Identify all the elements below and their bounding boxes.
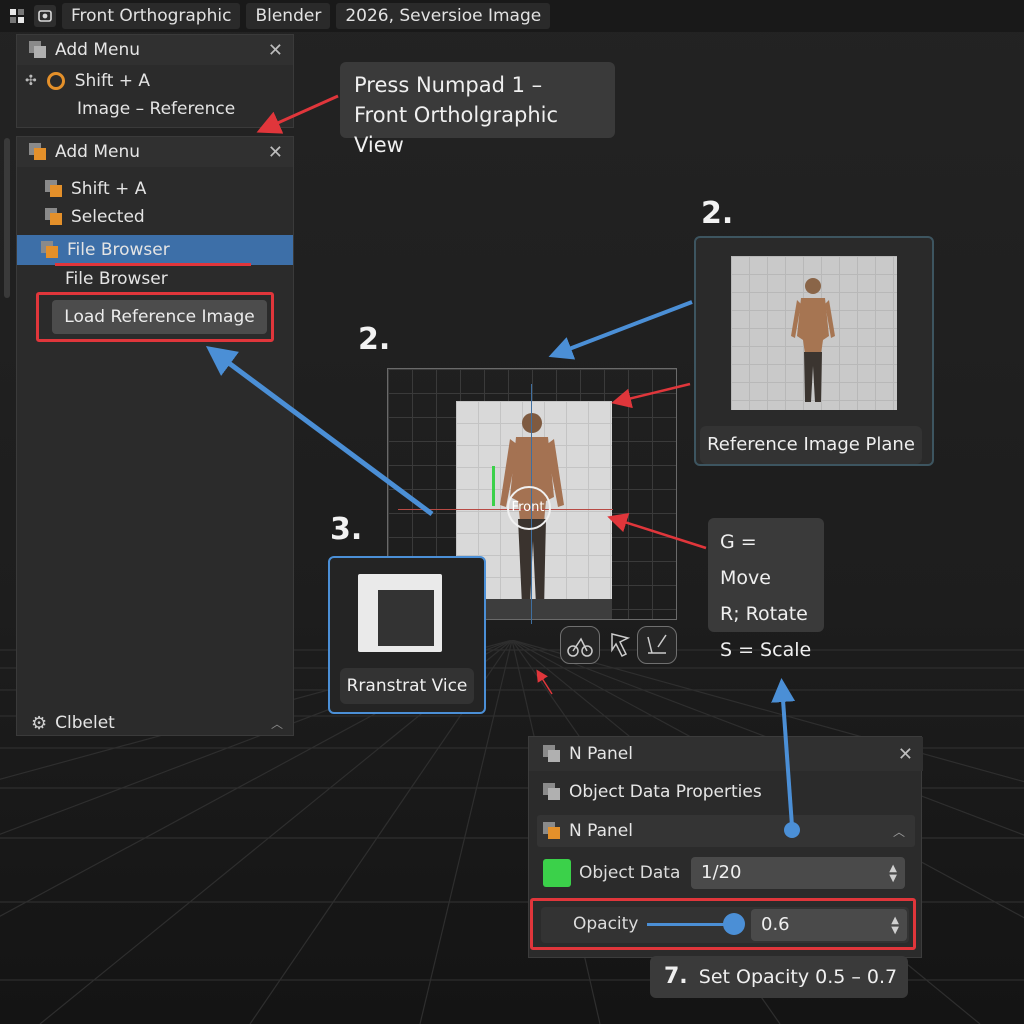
step7-number: 7.: [664, 964, 688, 989]
footer-label: Clbelet: [55, 713, 115, 733]
step7-callout: 7. Set Opacity 0.5 – 0.7: [650, 956, 908, 998]
transform-label: Rranstrat Vice: [346, 676, 468, 696]
menu-item-label: File Browser: [65, 269, 168, 289]
add-menu-top-header: Add Menu ✕: [17, 35, 293, 65]
n-panel-subpanel-row[interactable]: N Panel ︿: [537, 815, 915, 847]
reference-path-row[interactable]: Image – Reference: [17, 95, 293, 123]
object-data-label: Object Data: [579, 863, 681, 883]
menu-item-selected[interactable]: Selected: [45, 203, 145, 231]
load-button-highlight: [36, 292, 274, 342]
tab-blender[interactable]: Blender: [246, 3, 331, 29]
step7-text: Set Opacity 0.5 – 0.7: [698, 966, 898, 988]
add-menu-top-panel: Add Menu ✕ ✣ Shift + A Image – Reference: [16, 34, 294, 128]
green-gizmo: [492, 466, 495, 506]
gear-icon: ⚙: [31, 712, 48, 734]
reference-preview-image: [731, 256, 897, 410]
subpanel-title: N Panel: [569, 821, 633, 841]
n-panel-header: N Panel ✕: [529, 737, 923, 771]
cursor-icon: ✣: [25, 73, 37, 89]
move-gizmo-button[interactable]: [560, 626, 600, 664]
object-icon: [45, 180, 63, 198]
panel-icon: [543, 745, 561, 763]
properties-icon: [543, 783, 561, 801]
object-data-value: 1/20: [701, 862, 742, 883]
object-data-field[interactable]: 1/20 ▲ ▼: [691, 857, 905, 889]
annotate-tool-button[interactable]: [637, 626, 677, 664]
add-menu-icon: [29, 41, 47, 59]
key-scale: S = Scale: [720, 639, 812, 661]
person-figure-small: [791, 278, 835, 402]
close-icon[interactable]: ✕: [898, 744, 913, 765]
menu-item-file-browser-highlighted[interactable]: File Browser: [17, 235, 293, 265]
reference-plane-label: Reference Image Plane: [707, 434, 915, 455]
menu-item-label: File Browser: [67, 240, 170, 260]
object-icon: [45, 208, 63, 226]
add-menu-icon: [29, 143, 47, 161]
reference-path-text: Image – Reference: [77, 99, 236, 119]
step2-number-center: 2.: [358, 322, 391, 357]
step1-callout: Press Numpad 1 – Front Ortholgraphic Vie…: [340, 62, 615, 157]
key-move: G = Move: [720, 531, 771, 589]
menu-item-file-browser[interactable]: File Browser: [65, 265, 168, 293]
shortcut-text: Shift + A: [74, 71, 151, 91]
tab-image[interactable]: 2026, Seversioe Image: [336, 3, 551, 29]
step1-line2: Front Ortholgraphic View: [354, 103, 559, 157]
reference-plane-label-box: Reference Image Plane: [700, 426, 922, 464]
step2-number-right: 2.: [701, 196, 734, 231]
object-color-swatch[interactable]: [543, 859, 571, 887]
front-view-label: Front: [511, 500, 545, 515]
section-title: Object Data Properties: [569, 782, 762, 802]
add-menu-top-title: Add Menu: [55, 40, 140, 60]
top-bar: Front Orthographic Blender 2026, Seversi…: [0, 0, 1024, 32]
image-editor-icon[interactable]: [34, 5, 56, 27]
menu-item-label: Shift + A: [71, 179, 147, 199]
blender-icon: [46, 72, 65, 90]
n-panel-title: N Panel: [569, 744, 633, 764]
panel-scrollbar[interactable]: [4, 138, 10, 298]
add-menu-main-title: Add Menu: [55, 142, 140, 162]
transform-preview: [358, 574, 442, 652]
add-menu-main-panel: Add Menu ✕ Shift + A Selected File Brows…: [16, 136, 294, 736]
blender-logo-icon[interactable]: [6, 5, 28, 27]
tab-front-orthographic[interactable]: Front Orthographic: [62, 3, 241, 29]
add-menu-main-header: Add Menu ✕: [17, 137, 293, 167]
key-rotate: R; Rotate: [720, 603, 808, 625]
step1-line1: Press Numpad 1 –: [354, 73, 543, 97]
folder-image-icon: [41, 241, 59, 259]
keys-callout: G = Move R; Rotate S = Scale: [708, 518, 824, 661]
updown-icon: ▲ ▼: [889, 863, 897, 884]
shortcut-row[interactable]: ✣ Shift + A: [17, 67, 293, 95]
chevron-up-icon[interactable]: ︿: [271, 715, 283, 732]
transform-label-box: Rranstrat Vice: [340, 668, 474, 704]
step3-number: 3.: [330, 512, 363, 547]
menu-item-shift-a[interactable]: Shift + A: [45, 175, 146, 203]
footer-row[interactable]: ⚙ Clbelet ︿: [31, 709, 291, 737]
subpanel-icon: [543, 822, 561, 840]
opacity-highlight: [530, 898, 916, 950]
object-data-properties-row[interactable]: Object Data Properties: [529, 775, 923, 809]
close-icon[interactable]: ✕: [268, 142, 283, 163]
close-icon[interactable]: ✕: [268, 40, 283, 61]
cursor-select-icon[interactable]: [606, 628, 634, 662]
menu-item-label: Selected: [71, 207, 145, 227]
collapse-icon[interactable]: ︿: [893, 823, 905, 840]
